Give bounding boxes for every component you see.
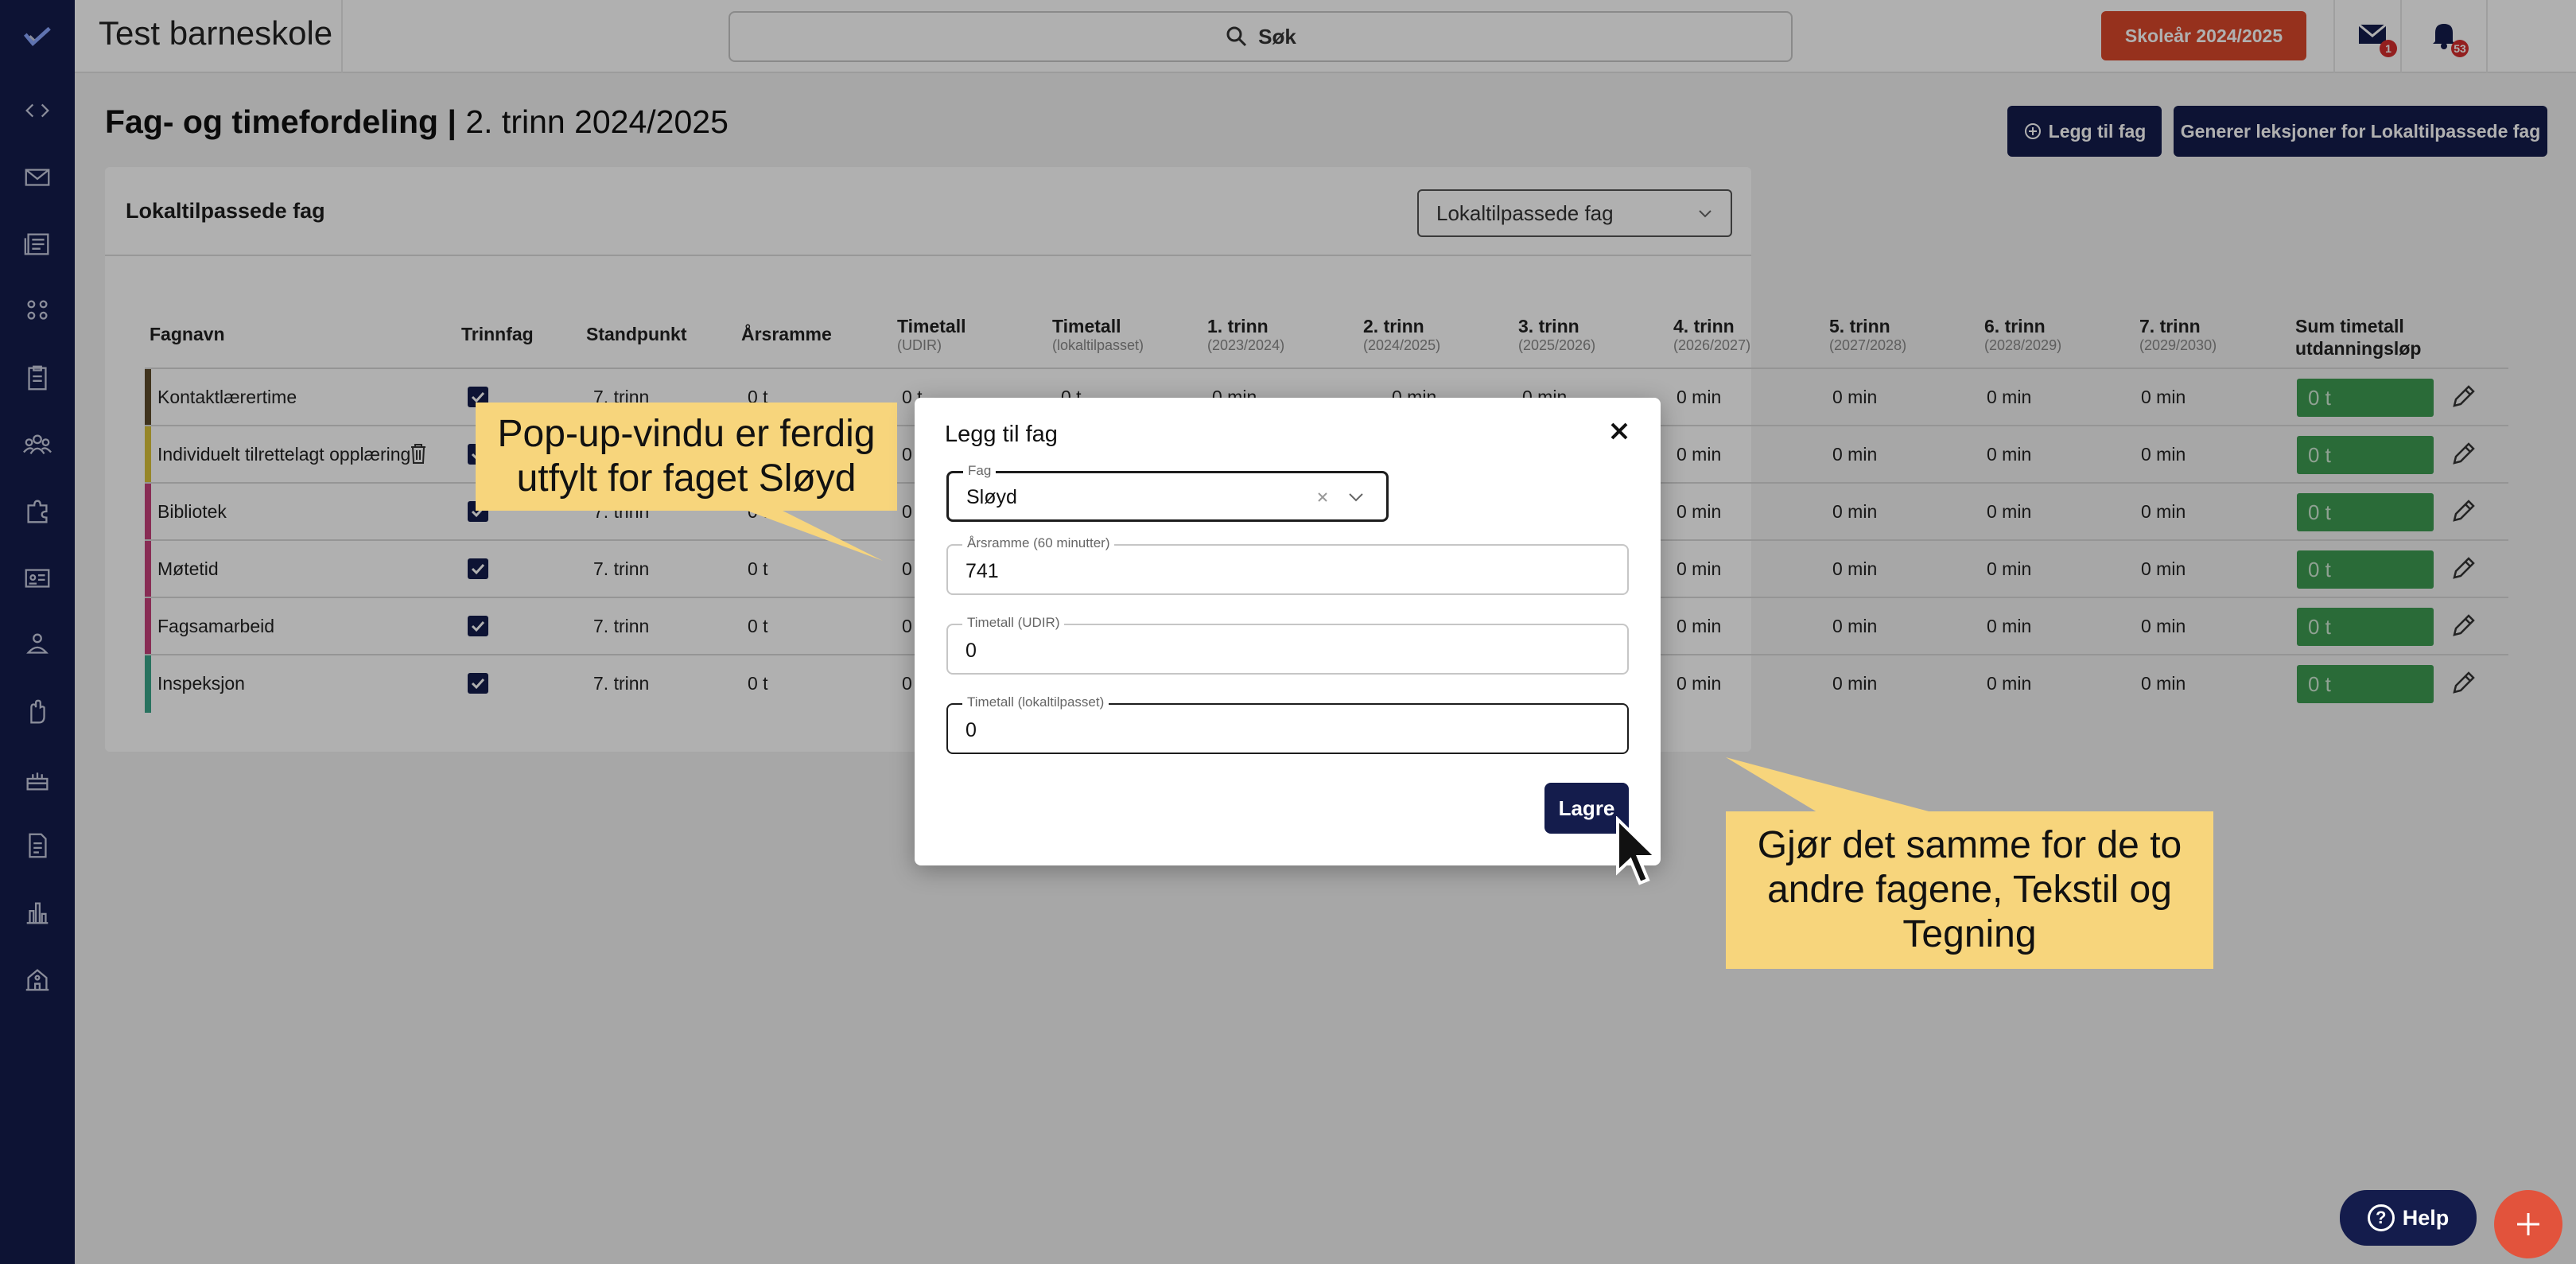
help-label: Help	[2402, 1205, 2450, 1230]
callout-left: Pop-up-vindu er ferdig utfylt for faget …	[476, 403, 897, 511]
chevron-down-icon[interactable]	[1346, 489, 1366, 505]
help-button[interactable]: ? Help	[2340, 1190, 2477, 1246]
timetall-lokal-value: 0	[966, 719, 977, 741]
add-fab-button[interactable]	[2494, 1190, 2562, 1258]
arsramme-label: Årsramme (60 minutter)	[962, 535, 1115, 551]
callout-pointer	[1726, 757, 1941, 815]
close-icon[interactable]	[1605, 417, 1634, 445]
modal-title: Legg til fag	[945, 422, 1058, 447]
timetall-udir-field[interactable]: Timetall (UDIR) 0	[946, 615, 1629, 675]
plus-icon	[2517, 1213, 2539, 1235]
subject-select-value: Sløyd	[966, 486, 1017, 508]
mouse-cursor-icon	[1616, 816, 1660, 885]
subject-select[interactable]: Fag Sløyd	[946, 463, 1389, 522]
arsramme-field[interactable]: Årsramme (60 minutter) 741	[946, 535, 1629, 595]
timetall-lokal-field[interactable]: Timetall (lokaltilpasset) 0	[946, 694, 1629, 754]
question-icon: ?	[2367, 1204, 2395, 1231]
callout-right: Gjør det samme for de to andre fagene, T…	[1726, 811, 2213, 969]
add-subject-modal: Legg til fag Fag Sløyd Årsramme (60 minu…	[915, 398, 1661, 865]
timetall-udir-label: Timetall (UDIR)	[962, 615, 1065, 631]
arsramme-value: 741	[966, 560, 999, 582]
subject-select-label: Fag	[963, 463, 997, 479]
clear-icon[interactable]	[1315, 489, 1331, 505]
timetall-udir-value: 0	[966, 640, 977, 662]
timetall-lokal-label: Timetall (lokaltilpasset)	[962, 694, 1109, 710]
